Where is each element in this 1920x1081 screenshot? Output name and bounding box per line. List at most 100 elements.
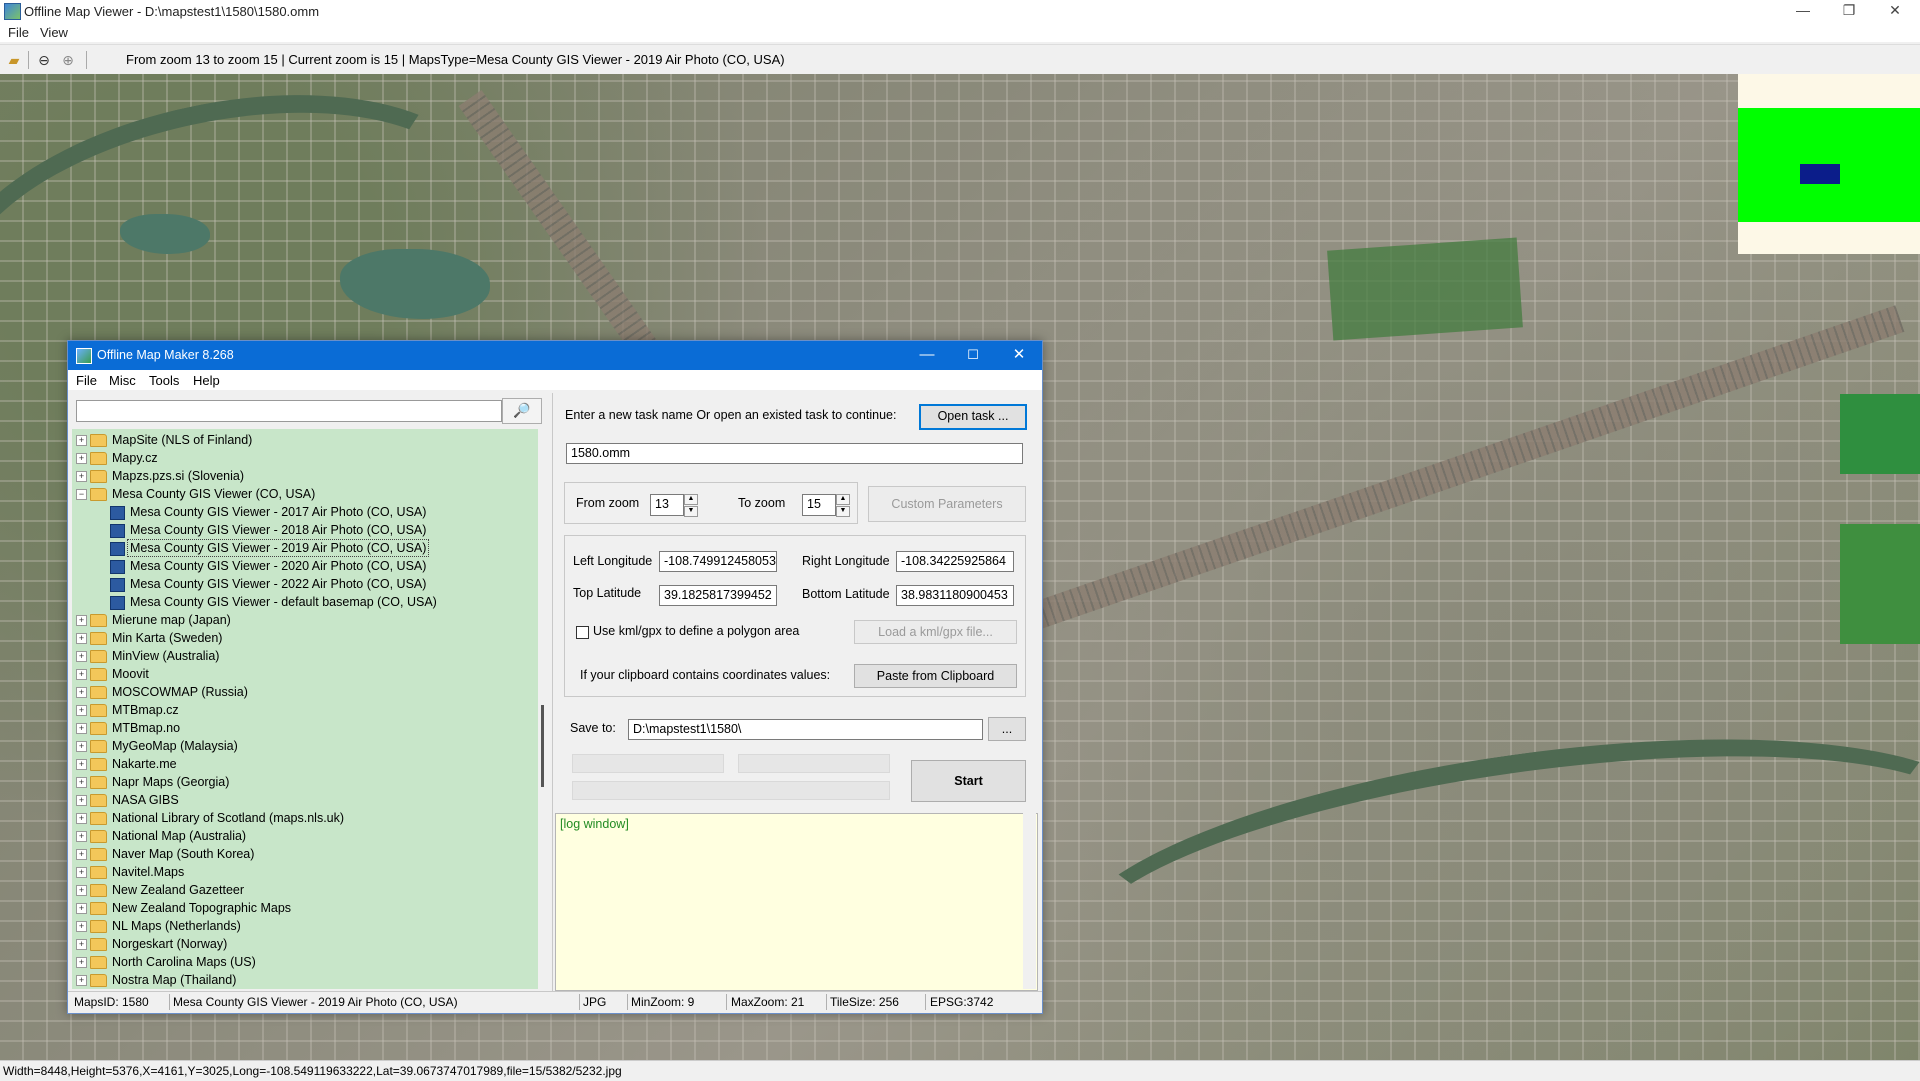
tree-scrollbar[interactable] (538, 429, 550, 989)
tree-folder-item[interactable]: + New Zealand Topographic Maps (72, 899, 538, 917)
map-layer-icon (110, 596, 125, 610)
tree-folder-item[interactable]: + MTBmap.no (72, 719, 538, 737)
dialog-menu-help[interactable]: Help (193, 373, 220, 388)
expand-icon[interactable]: + (76, 885, 87, 896)
load-kml-button[interactable]: Load a kml/gpx file... (854, 620, 1017, 644)
tree-folder-item[interactable]: + Moovit (72, 665, 538, 683)
tree-item-label: Min Karta (Sweden) (112, 631, 223, 645)
expand-icon[interactable]: + (76, 795, 87, 806)
expand-icon[interactable]: + (76, 453, 87, 464)
close-button[interactable]: ✕ (1872, 0, 1918, 22)
tree-folder-item[interactable]: − Mesa County GIS Viewer (CO, USA) (72, 485, 538, 503)
tree-map-item[interactable]: Mesa County GIS Viewer - 2019 Air Photo … (72, 539, 538, 557)
expand-icon[interactable]: + (76, 777, 87, 788)
from-zoom-input[interactable]: 13 (650, 494, 684, 516)
save-path-input[interactable]: D:\mapstest1\1580\ (628, 719, 983, 740)
to-zoom-spinner[interactable]: ▲ ▼ (836, 494, 850, 517)
tree-folder-item[interactable]: + MOSCOWMAP (Russia) (72, 683, 538, 701)
dialog-menu-tools[interactable]: Tools (149, 373, 179, 388)
open-folder-icon[interactable]: ▰ (6, 52, 22, 68)
expand-icon[interactable]: + (76, 903, 87, 914)
search-button[interactable]: 🔎 (502, 398, 542, 424)
expand-icon[interactable]: + (76, 849, 87, 860)
tree-folder-item[interactable]: + National Library of Scotland (maps.nls.… (72, 809, 538, 827)
expand-icon[interactable]: + (76, 957, 87, 968)
dialog-close-button[interactable]: ✕ (996, 341, 1042, 370)
expand-icon[interactable]: + (76, 615, 87, 626)
expand-icon[interactable]: + (76, 939, 87, 950)
expand-icon[interactable]: + (76, 669, 87, 680)
tree-folder-item[interactable]: + Mapy.cz (72, 449, 538, 467)
expand-icon[interactable]: + (76, 471, 87, 482)
expand-icon[interactable]: + (76, 921, 87, 932)
menu-view[interactable]: View (40, 25, 68, 40)
custom-parameters-button[interactable]: Custom Parameters (868, 486, 1026, 522)
expand-icon[interactable]: + (76, 975, 87, 986)
tree-folder-item[interactable]: + Nakarte.me (72, 755, 538, 773)
zoom-out-icon[interactable]: ⊖ (36, 52, 52, 68)
tree-folder-item[interactable]: + Napr Maps (Georgia) (72, 773, 538, 791)
expand-icon[interactable]: + (76, 705, 87, 716)
expand-icon[interactable]: + (76, 741, 87, 752)
tree-folder-item[interactable]: + MinView (Australia) (72, 647, 538, 665)
tree-folder-item[interactable]: + Min Karta (Sweden) (72, 629, 538, 647)
tree-folder-item[interactable]: + North Carolina Maps (US) (72, 953, 538, 971)
expand-icon[interactable]: + (76, 723, 87, 734)
tree-folder-item[interactable]: + NL Maps (Netherlands) (72, 917, 538, 935)
tree-map-item[interactable]: Mesa County GIS Viewer - default basemap… (72, 593, 538, 611)
open-task-button[interactable]: Open task ... (919, 404, 1027, 430)
tree-folder-item[interactable]: + MyGeoMap (Malaysia) (72, 737, 538, 755)
log-window[interactable]: [log window] (555, 813, 1038, 991)
left-longitude-input[interactable]: -108.749912458053 (659, 551, 777, 572)
tree-folder-item[interactable]: + Mierune map (Japan) (72, 611, 538, 629)
zoom-in-icon[interactable]: ⊕ (60, 52, 76, 68)
collapse-icon[interactable]: − (76, 489, 87, 500)
tree-map-item[interactable]: Mesa County GIS Viewer - 2022 Air Photo … (72, 575, 538, 593)
tree-folder-item[interactable]: + Naver Map (South Korea) (72, 845, 538, 863)
dialog-maximize-button[interactable]: ☐ (950, 341, 996, 370)
dialog-status-bar: MapsID: 1580 Mesa County GIS Viewer - 20… (68, 991, 1042, 1013)
dialog-menu-misc[interactable]: Misc (109, 373, 136, 388)
map-source-tree[interactable]: + MapSite (NLS of Finland) + Mapy.cz + Mapzs.… (72, 429, 538, 989)
tree-folder-item[interactable]: + NASA GIBS (72, 791, 538, 809)
bottom-latitude-input[interactable]: 38.9831180900453 (896, 585, 1014, 606)
to-zoom-input[interactable]: 15 (802, 494, 836, 516)
tree-folder-item[interactable]: + New Zealand Gazetteer (72, 881, 538, 899)
expand-icon[interactable]: + (76, 687, 87, 698)
expand-icon[interactable]: + (76, 867, 87, 878)
tree-folder-item[interactable]: + MTBmap.cz (72, 701, 538, 719)
from-zoom-spinner[interactable]: ▲ ▼ (684, 494, 698, 517)
map-search-input[interactable] (76, 400, 502, 422)
expand-icon[interactable]: + (76, 435, 87, 446)
menu-file[interactable]: File (8, 25, 29, 40)
dialog-minimize-button[interactable]: — (904, 341, 950, 370)
kml-polygon-checkbox[interactable] (576, 626, 589, 639)
tree-folder-item[interactable]: + Norgeskart (Norway) (72, 935, 538, 953)
expand-icon[interactable]: + (76, 813, 87, 824)
dialog-menu-file[interactable]: File (76, 373, 97, 388)
right-longitude-input[interactable]: -108.34225925864 (896, 551, 1014, 572)
tree-map-item[interactable]: Mesa County GIS Viewer - 2020 Air Photo … (72, 557, 538, 575)
tree-scrollbar-thumb[interactable] (541, 705, 544, 787)
expand-icon[interactable]: + (76, 651, 87, 662)
overview-map[interactable] (1738, 74, 1920, 254)
top-latitude-input[interactable]: 39.1825817399452 (659, 585, 777, 606)
expand-icon[interactable]: + (76, 633, 87, 644)
tree-folder-item[interactable]: + National Map (Australia) (72, 827, 538, 845)
tree-map-item[interactable]: Mesa County GIS Viewer - 2017 Air Photo … (72, 503, 538, 521)
overview-viewport-marker[interactable] (1800, 164, 1840, 184)
expand-icon[interactable]: + (76, 759, 87, 770)
log-scrollbar[interactable] (1023, 813, 1036, 989)
task-name-input[interactable]: 1580.omm (566, 443, 1023, 464)
tree-folder-item[interactable]: + Nostra Map (Thailand) (72, 971, 538, 989)
tree-folder-item[interactable]: + Mapzs.pzs.si (Slovenia) (72, 467, 538, 485)
tree-folder-item[interactable]: + Navitel.Maps (72, 863, 538, 881)
paste-clipboard-button[interactable]: Paste from Clipboard (854, 664, 1017, 688)
tree-map-item[interactable]: Mesa County GIS Viewer - 2018 Air Photo … (72, 521, 538, 539)
browse-button[interactable]: ... (988, 717, 1026, 741)
maximize-button[interactable]: ❐ (1826, 0, 1872, 22)
minimize-button[interactable]: — (1780, 0, 1826, 22)
start-button[interactable]: Start (911, 760, 1026, 802)
tree-folder-item[interactable]: + MapSite (NLS of Finland) (72, 431, 538, 449)
expand-icon[interactable]: + (76, 831, 87, 842)
